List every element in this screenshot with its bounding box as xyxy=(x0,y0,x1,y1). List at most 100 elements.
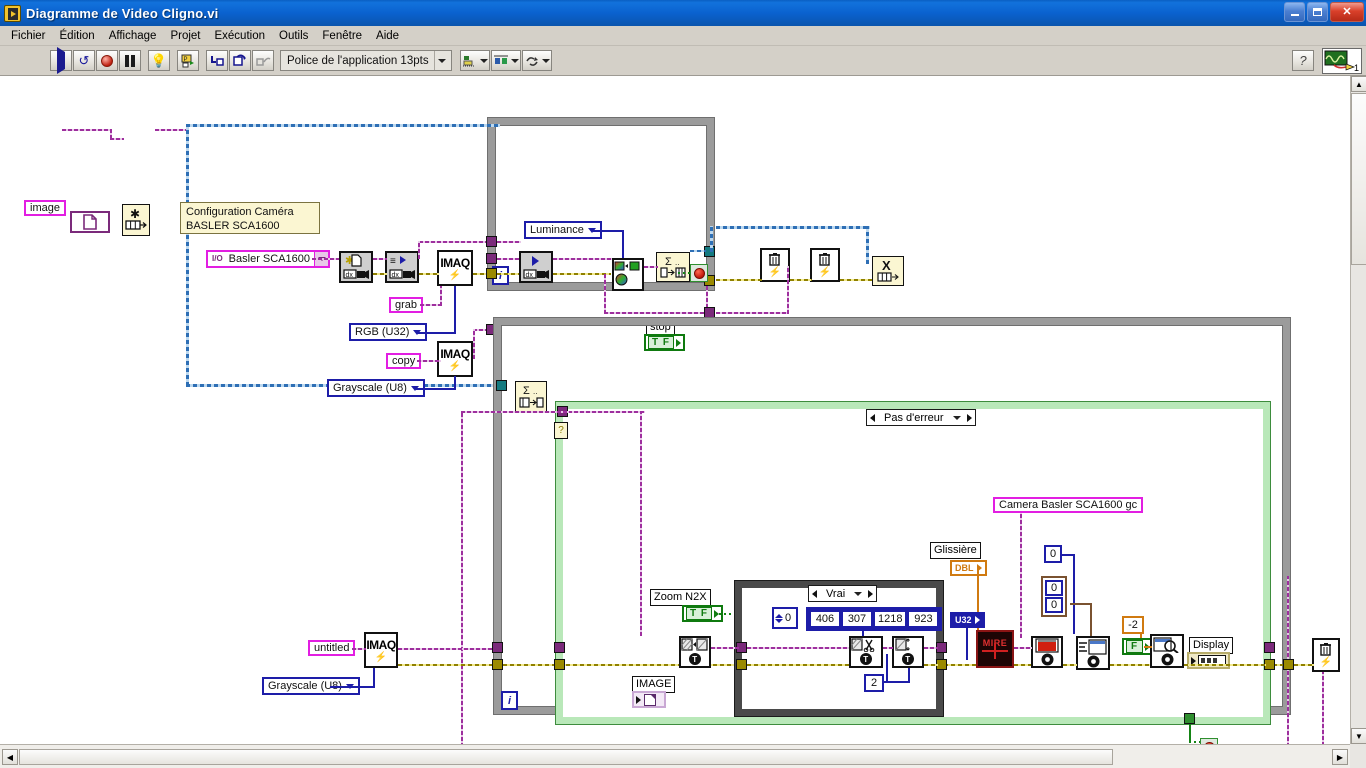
case-next-arrow-icon[interactable] xyxy=(963,410,975,425)
tunnel-image-out[interactable] xyxy=(704,307,715,318)
cluster-value-y[interactable]: 0 xyxy=(1045,597,1064,613)
step-into-button[interactable] xyxy=(206,50,228,71)
menu-aide[interactable]: Aide xyxy=(369,28,406,44)
abort-execution-button[interactable] xyxy=(96,50,118,71)
tunnel-image-in-1[interactable] xyxy=(486,236,497,247)
imaq-dispose-node-2[interactable]: ⚡ xyxy=(810,248,840,282)
reorder-button[interactable] xyxy=(522,50,552,71)
scroll-left-arrow-icon[interactable]: ◀ xyxy=(2,749,18,765)
tunnel-session-bottom-in[interactable] xyxy=(496,380,507,391)
index-spinner-icon[interactable] xyxy=(774,613,783,623)
imaq-winddraw-node[interactable] xyxy=(1031,636,1063,668)
step-out-button[interactable] xyxy=(252,50,274,71)
tunnel-vrai-error-in[interactable] xyxy=(736,659,747,670)
u32-terminal[interactable]: U32 xyxy=(950,612,985,628)
roi-value-top[interactable]: 307 xyxy=(842,611,872,627)
pause-button[interactable] xyxy=(119,50,141,71)
imaq-dispose-node-final[interactable]: ⚡ xyxy=(1312,638,1340,672)
imaqdx-open-camera-node[interactable]: ✱ dx xyxy=(339,251,373,283)
restore-button[interactable] xyxy=(1307,2,1328,22)
scroll-down-arrow-icon[interactable]: ▼ xyxy=(1351,728,1366,744)
roi-value-bottom[interactable]: 923 xyxy=(908,611,939,627)
imaqdx-close-node[interactable]: X xyxy=(872,256,904,286)
unbundle-error-node-top[interactable]: Σ.. xyxy=(656,252,690,282)
label-grab[interactable]: grab xyxy=(389,297,424,313)
context-help-button[interactable]: ? xyxy=(1292,50,1314,71)
position-cluster-constant[interactable]: 0 0 xyxy=(1041,576,1068,617)
stop-button-top-loop[interactable] xyxy=(690,264,708,282)
vrai-prev-arrow-icon[interactable] xyxy=(809,586,820,601)
imaq-create-node-top[interactable]: ✱ xyxy=(122,204,150,236)
vertical-scrollbar-thumb[interactable] xyxy=(1351,93,1366,265)
display-control-reference[interactable] xyxy=(1187,652,1230,669)
menu-fenetre[interactable]: Fenêtre xyxy=(315,28,369,44)
vrai-next-arrow-icon[interactable] xyxy=(865,586,877,601)
imaq-zoom-display-node[interactable] xyxy=(1150,634,1184,668)
case-selector-caret-icon[interactable] xyxy=(950,410,964,425)
glissiere-dbl-terminal[interactable]: DBL xyxy=(950,560,987,576)
tunnel-image-in-2[interactable] xyxy=(486,253,497,264)
camera-gc-string-constant[interactable]: Camera Basler SCA1600 gc xyxy=(993,497,1144,513)
case-prev-arrow-icon[interactable] xyxy=(867,410,878,425)
run-continuously-button[interactable]: ↺ xyxy=(73,50,95,71)
imaq-copy-node[interactable]: T xyxy=(679,636,711,668)
run-button[interactable] xyxy=(50,50,72,71)
imaq-window-setup-node[interactable] xyxy=(1076,636,1110,670)
block-diagram-canvas[interactable]: i image ✱ Configuration Caméra BASLER SC… xyxy=(0,76,1350,744)
vertical-scrollbar[interactable]: ▲ ▼ xyxy=(1350,76,1366,744)
array-index-display[interactable]: 0 xyxy=(772,607,799,629)
case-selector-vrai[interactable]: Vrai xyxy=(808,585,878,602)
tunnel-case-image-left[interactable] xyxy=(554,642,565,653)
color-plane-extract-node[interactable] xyxy=(612,258,644,291)
label-untitled[interactable]: untitled xyxy=(308,640,356,656)
imaq-extract-node[interactable]: T xyxy=(849,636,883,668)
horizontal-scrollbar[interactable]: ◀ ▶ xyxy=(0,744,1350,768)
imaqdx-grab-node[interactable]: dx xyxy=(519,251,553,283)
tunnel-case-image-right[interactable] xyxy=(1264,642,1275,653)
label-image[interactable]: image xyxy=(24,200,66,216)
align-objects-button[interactable] xyxy=(460,50,490,71)
tunnel-bottom-error-out[interactable] xyxy=(1283,659,1294,670)
imaq-resample-node[interactable]: T xyxy=(892,636,924,668)
scroll-up-arrow-icon[interactable]: ▲ xyxy=(1351,76,1366,92)
menu-outils[interactable]: Outils xyxy=(272,28,315,44)
vrai-caret-icon[interactable] xyxy=(851,586,865,601)
step-over-button[interactable] xyxy=(229,50,251,71)
image-file-constant[interactable] xyxy=(70,211,110,233)
menu-edition[interactable]: Édition xyxy=(53,28,102,44)
imaqdx-configure-grab-node[interactable]: ≡ dx xyxy=(385,251,419,283)
imaq-create-grab-node[interactable]: IMAQ ⚡ xyxy=(437,250,473,286)
roi-value-right[interactable]: 1218 xyxy=(874,611,907,627)
constant-zero-top[interactable]: 0 xyxy=(1044,545,1062,563)
horizontal-scrollbar-thumb[interactable] xyxy=(19,749,1113,765)
case-selector-no-error[interactable]: Pas d'erreur xyxy=(866,409,976,426)
enum-grayscale-u8-top[interactable]: Grayscale (U8) xyxy=(327,379,425,397)
highlight-execution-button[interactable]: 💡 xyxy=(148,50,170,71)
mire-subvi[interactable]: MIRE xyxy=(976,630,1014,668)
imaq-dispose-node-1[interactable]: ⚡ xyxy=(760,248,790,282)
font-selector-caret-icon[interactable] xyxy=(434,51,449,70)
imaq-create-node-bottom[interactable]: IMAQ ⚡ xyxy=(364,632,398,668)
tunnel-error-in[interactable] xyxy=(486,268,497,279)
tunnel-case-error-left[interactable] xyxy=(554,659,565,670)
tunnel-stop-out[interactable] xyxy=(1184,713,1195,724)
constant-two[interactable]: 2 xyxy=(864,674,884,692)
distribute-objects-button[interactable] xyxy=(491,50,521,71)
font-selector[interactable]: Police de l'application 13pts xyxy=(280,50,452,71)
menu-projet[interactable]: Projet xyxy=(163,28,207,44)
cluster-value-x[interactable]: 0 xyxy=(1045,580,1064,596)
tunnel-bottom-image-in[interactable] xyxy=(492,642,503,653)
minimize-button[interactable] xyxy=(1284,2,1305,22)
unbundle-error-node-bottom[interactable]: Σ.. xyxy=(515,381,547,412)
enum-luminance[interactable]: Luminance xyxy=(524,221,602,239)
imaq-create-copy-node[interactable]: IMAQ ⚡ xyxy=(437,341,473,377)
roi-value-left[interactable]: 406 xyxy=(810,611,840,627)
close-button[interactable]: ✕ xyxy=(1330,2,1364,22)
tunnel-bottom-error-in[interactable] xyxy=(492,659,503,670)
constant-minus-two[interactable]: -2 xyxy=(1122,616,1144,634)
image-path-control[interactable] xyxy=(632,691,666,708)
menu-execution[interactable]: Exécution xyxy=(207,28,272,44)
menu-fichier[interactable]: Fichier xyxy=(4,28,53,44)
retain-wire-values-button[interactable]: P xyxy=(177,50,199,71)
label-copy[interactable]: copy xyxy=(386,353,422,369)
